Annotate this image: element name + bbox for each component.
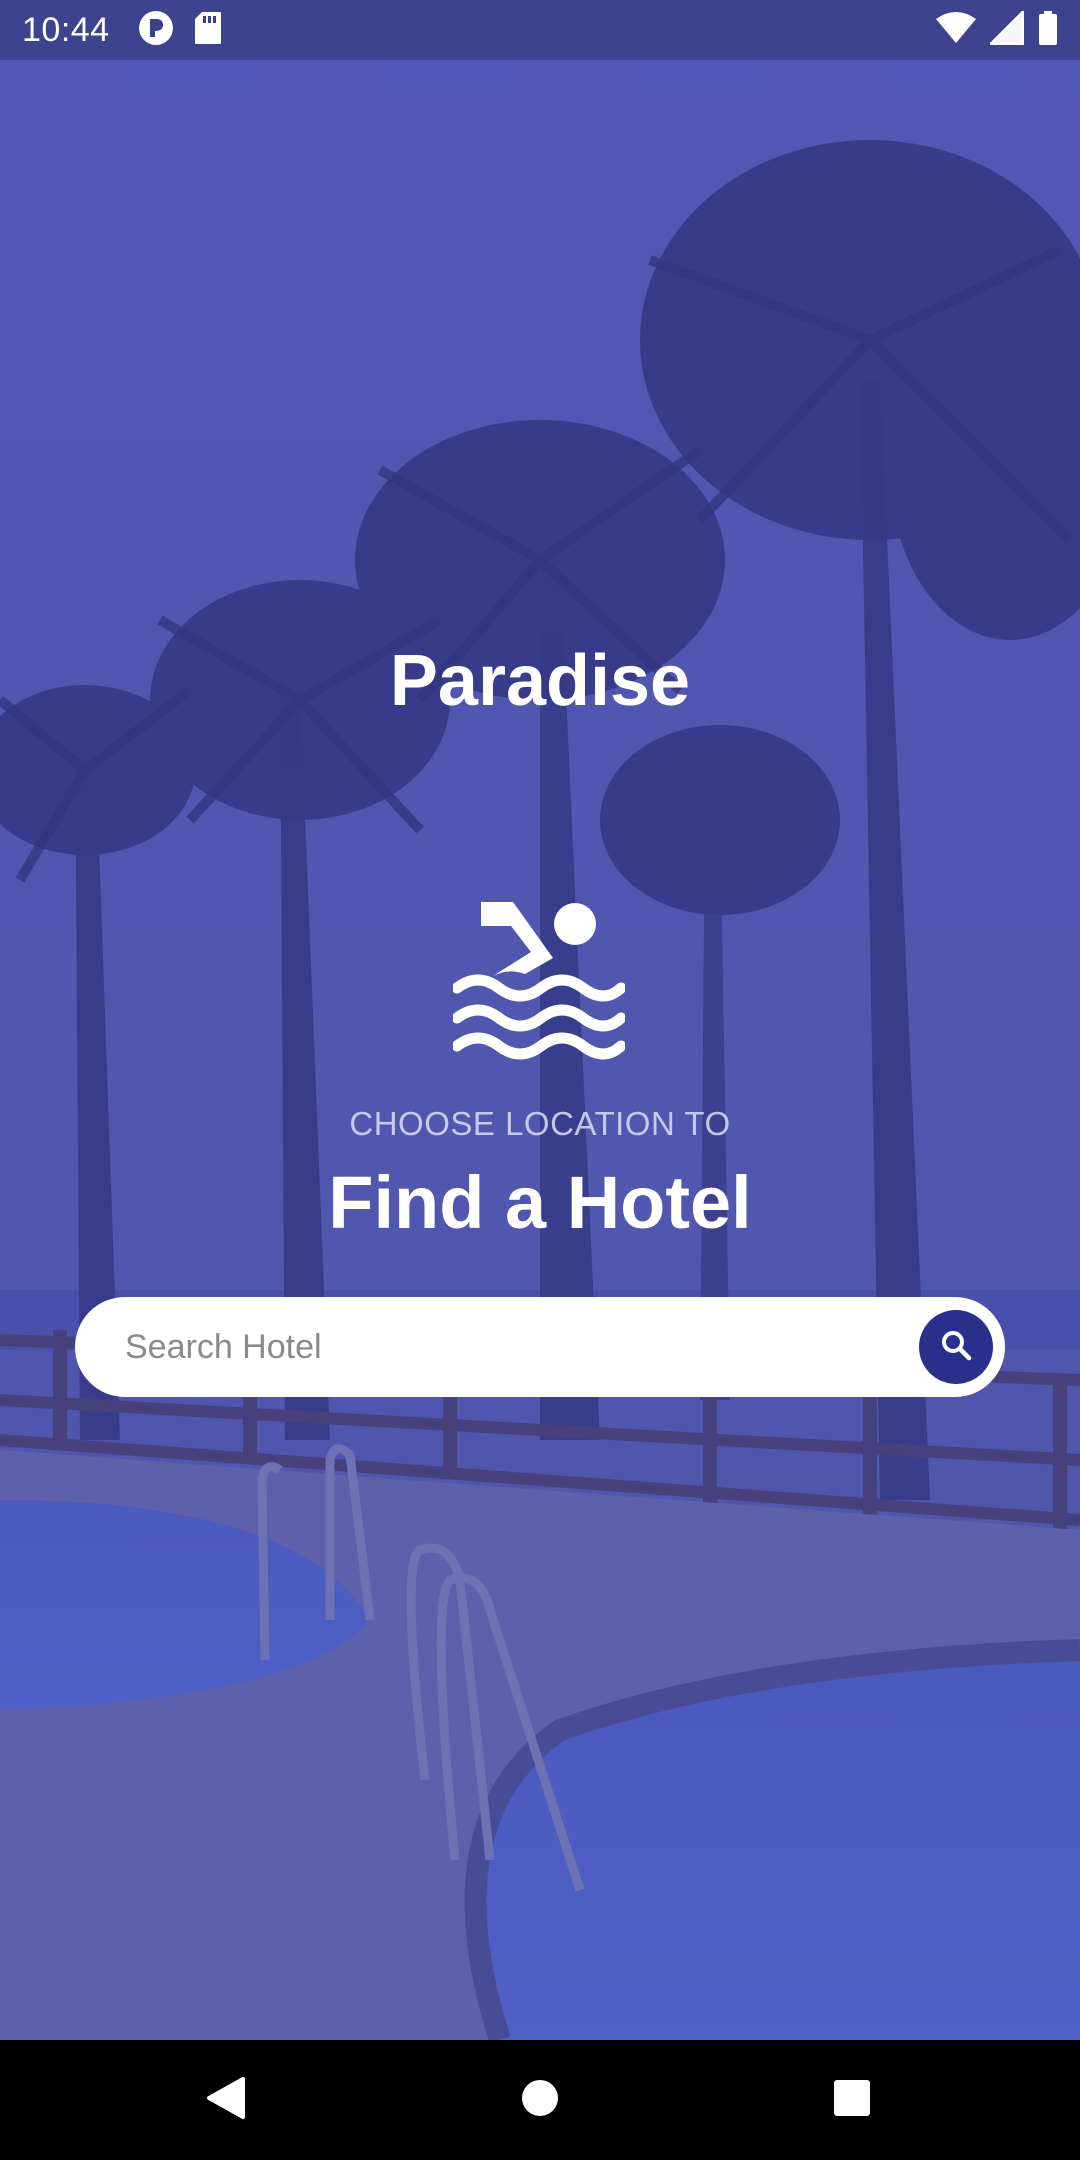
home-icon	[521, 2079, 559, 2122]
navigation-bar	[0, 2040, 1080, 2160]
search-button[interactable]	[919, 1310, 993, 1384]
status-time: 10:44	[22, 10, 110, 49]
signal-icon	[987, 7, 1025, 50]
sd-card-icon	[194, 11, 222, 50]
swimming-icon	[451, 900, 627, 1060]
app-title: Paradise	[389, 641, 691, 721]
recents-button[interactable]	[792, 2040, 912, 2160]
wifi-icon	[936, 11, 976, 49]
status-bar: 10:44	[0, 0, 1080, 60]
battery-icon	[1038, 10, 1058, 50]
search-bar	[75, 1296, 1005, 1398]
back-icon	[205, 2076, 245, 2124]
home-button[interactable]	[480, 2040, 600, 2160]
search-icon	[940, 1329, 972, 1366]
screen: 10:44 Paradise CHOOSE LOCATION TO Find a…	[0, 0, 1080, 2160]
page-heading: Find a Hotel	[328, 1161, 752, 1244]
notification-app-icon	[138, 10, 174, 51]
back-button[interactable]	[165, 2040, 285, 2160]
recents-icon	[833, 2079, 871, 2122]
search-input[interactable]	[75, 1296, 919, 1398]
subtitle: CHOOSE LOCATION TO	[349, 1105, 731, 1142]
